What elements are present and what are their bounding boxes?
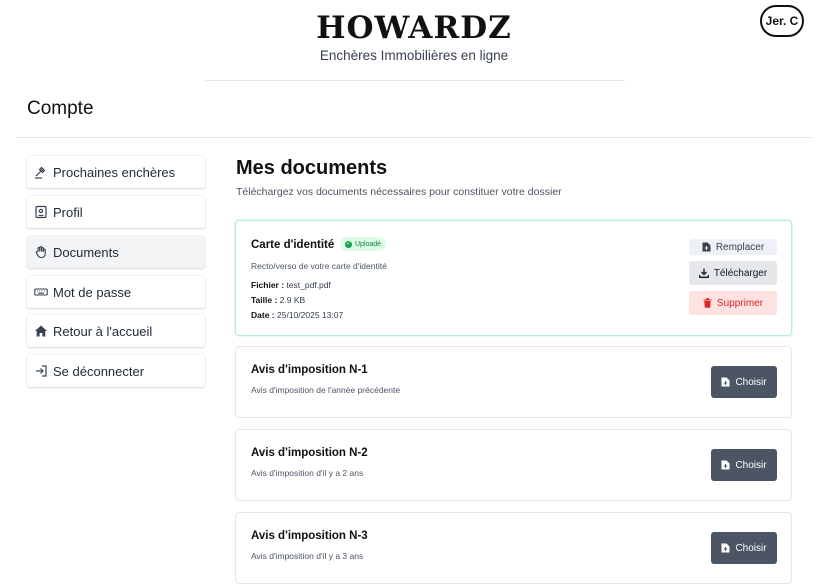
document-description: Avis d'imposition de l'année précédente: [251, 385, 401, 395]
sidebar-item-label: Profil: [53, 204, 83, 220]
sidebar-item-profile[interactable]: Profil: [27, 196, 205, 228]
choose-button-label: Choisir: [735, 376, 767, 388]
document-title: Avis d'imposition N-3: [251, 530, 368, 542]
document-card-tax-n2: Avis d'imposition N-2 Avis d'imposition …: [235, 429, 792, 501]
document-card-tax-n3: Avis d'imposition N-3 Avis d'imposition …: [235, 512, 792, 584]
id-card-icon: [34, 205, 48, 219]
sidebar-item-label: Prochaines enchères: [53, 164, 176, 180]
header-divider: [205, 80, 625, 81]
document-description: Recto/verso de votre carte d'identité: [251, 261, 387, 271]
file-name-label: Fichier :: [251, 280, 285, 290]
download-icon: [698, 268, 709, 278]
sidebar-item-label: Mot de passe: [53, 284, 132, 300]
logout-icon: [34, 364, 48, 378]
file-name-row: Fichier : test_pdf.pdf: [251, 280, 331, 290]
replace-button[interactable]: Remplacer: [689, 239, 777, 255]
status-badge-label: Uploadé: [355, 240, 382, 248]
file-name-value: test_pdf.pdf: [286, 280, 331, 290]
user-avatar-button[interactable]: Jer. C: [760, 5, 804, 37]
choose-file-button[interactable]: Choisir: [711, 366, 777, 398]
choose-file-button[interactable]: Choisir: [711, 532, 777, 564]
document-description: Avis d'imposition d'il y a 2 ans: [251, 468, 364, 478]
choose-button-label: Choisir: [735, 542, 767, 554]
delete-button-label: Supprimer: [716, 297, 764, 309]
file-date-label: Date :: [251, 310, 275, 320]
file-size-row: Taille : 2.9 KB: [251, 295, 305, 305]
replace-button-label: Remplacer: [715, 241, 765, 253]
sidebar-item-label: Documents: [53, 244, 119, 260]
choose-file-button[interactable]: Choisir: [711, 449, 777, 481]
file-icon: [721, 377, 730, 387]
file-size-value: 2.9 KB: [279, 295, 306, 305]
file-size-label: Taille :: [251, 295, 278, 305]
document-card-identity: Carte d'identité ✓ Uploadé Recto/verso d…: [235, 220, 792, 336]
sidebar-item-label: Se déconnecter: [53, 363, 145, 379]
hand-icon: [34, 245, 48, 259]
check-circle-icon: ✓: [345, 240, 352, 248]
documents-subtitle: Téléchargez vos documents nécessaires po…: [236, 186, 562, 198]
home-icon: [34, 324, 48, 338]
choose-button-label: Choisir: [735, 459, 767, 471]
document-title: Carte d'identité: [251, 239, 335, 251]
gavel-icon: [34, 165, 48, 179]
status-badge: ✓ Uploadé: [340, 237, 387, 251]
document-title: Avis d'imposition N-2: [251, 447, 368, 459]
documents-title: Mes documents: [236, 157, 388, 179]
document-title: Avis d'imposition N-1: [251, 364, 368, 376]
sidebar-item-label: Retour à l'accueil: [53, 323, 153, 339]
document-description: Avis d'imposition d'il y a 3 ans: [251, 551, 364, 561]
sidebar-item-documents[interactable]: Documents: [27, 236, 205, 268]
trash-icon: [703, 298, 712, 308]
download-button-label: Télécharger: [713, 267, 768, 279]
file-date-value: 25/10/2025 13:07: [277, 310, 344, 320]
sidebar-item-upcoming-auctions[interactable]: Prochaines enchères: [27, 156, 205, 188]
file-date-row: Date : 25/10/2025 13:07: [251, 310, 343, 320]
page-title: Compte: [27, 98, 94, 119]
document-card-tax-n1: Avis d'imposition N-1 Avis d'imposition …: [235, 346, 792, 418]
sidebar-item-password[interactable]: Mot de passe: [27, 276, 205, 308]
file-icon: [721, 543, 730, 553]
keyboard-icon: [34, 285, 48, 299]
download-button[interactable]: Télécharger: [689, 261, 777, 285]
file-icon: [721, 460, 730, 470]
brand-logo[interactable]: HOWARDZ: [0, 10, 828, 46]
page-divider: [16, 137, 812, 138]
file-icon: [702, 242, 711, 252]
sidebar-item-home[interactable]: Retour à l'accueil: [27, 315, 205, 347]
brand-tagline: Enchères Immobilières en ligne: [319, 48, 509, 63]
sidebar-item-logout[interactable]: Se déconnecter: [27, 355, 205, 387]
delete-button[interactable]: Supprimer: [689, 291, 777, 315]
